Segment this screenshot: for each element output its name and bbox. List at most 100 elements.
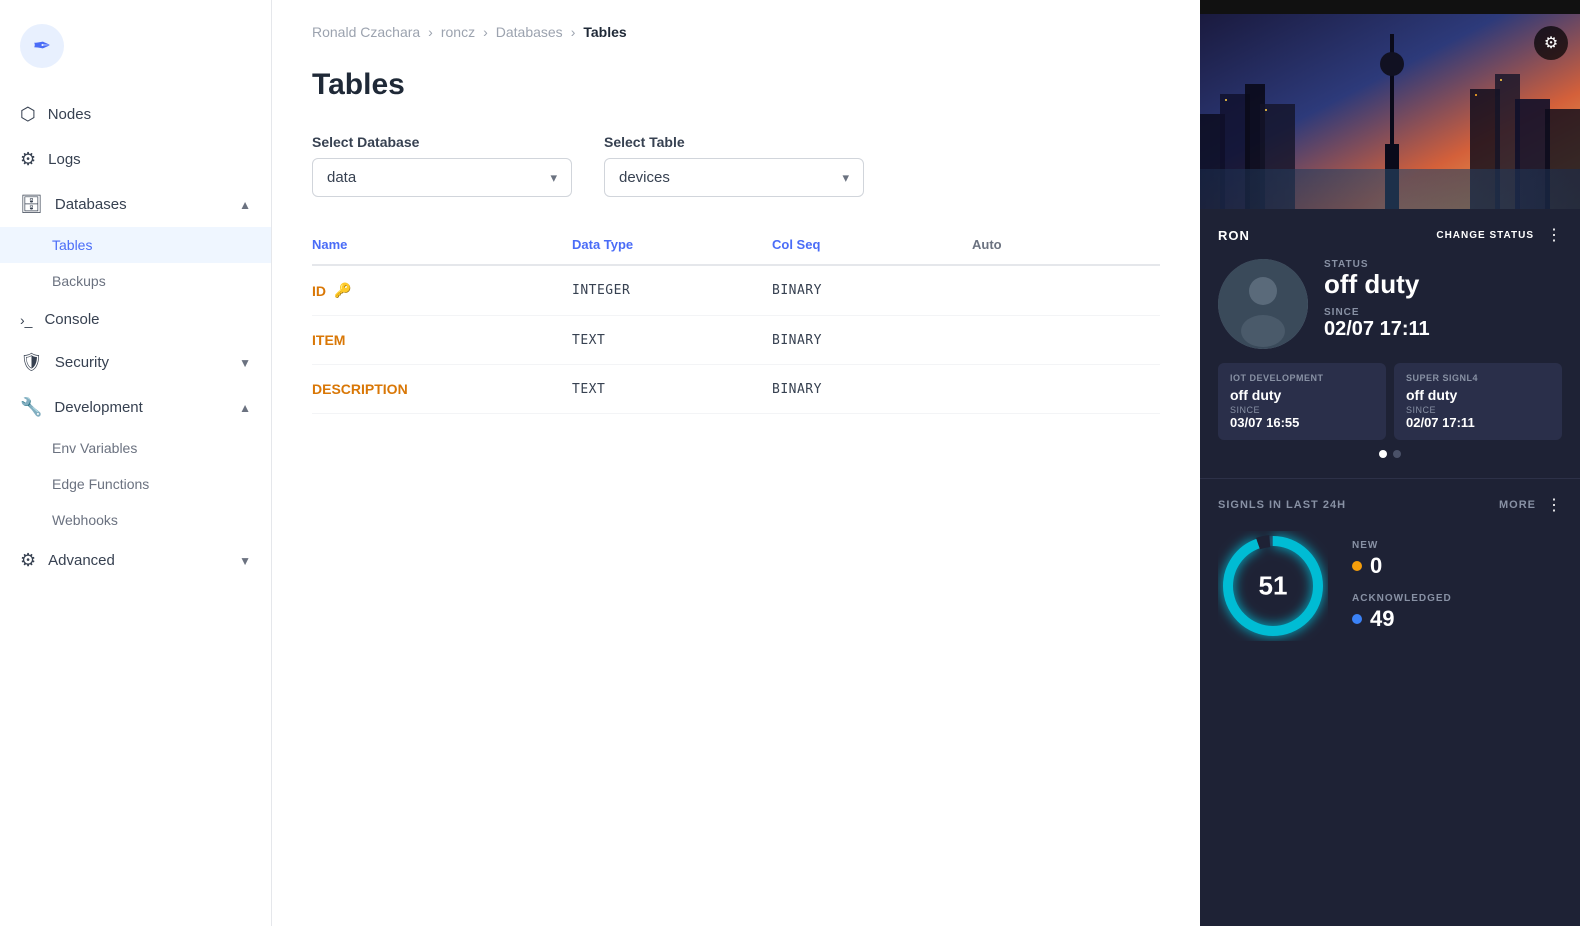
signals-card: SIGNLS IN LAST 24H MORE ⋮ 51 NEW — [1200, 479, 1580, 926]
table-row: ITEM TEXT BINARY — [312, 316, 1160, 365]
databases-chevron-icon: ▲ — [239, 198, 251, 212]
stat-row-acknowledged: ACKNOWLEDGED 49 — [1352, 593, 1452, 632]
advanced-chevron-icon: ▼ — [239, 554, 251, 568]
sub-status-iot-since-value: 03/07 16:55 — [1230, 415, 1374, 430]
signals-body: 51 NEW 0 ACKNOWLEDGED 49 — [1218, 531, 1562, 641]
sub-status-super-since-label: SINCE — [1406, 405, 1550, 415]
sidebar-item-databases[interactable]: 🗄 Databases ▲ — [0, 182, 271, 227]
development-chevron-icon: ▲ — [239, 401, 251, 415]
logo-icon: ✒ — [33, 33, 51, 59]
pagination-dot-2[interactable] — [1393, 450, 1401, 458]
status-card: RON CHANGE STATUS ⋮ STATUS off duty SINC… — [1200, 209, 1580, 479]
stat-acknowledged-value-row: 49 — [1352, 606, 1452, 632]
sub-status-grid: IOT DEVELOPMENT off duty SINCE 03/07 16:… — [1218, 363, 1562, 440]
signals-stats: NEW 0 ACKNOWLEDGED 49 — [1352, 540, 1452, 632]
breadcrumb-section: Databases — [496, 24, 563, 40]
table-header-row: Name Data Type Col Seq Auto — [312, 225, 1160, 266]
backups-label: Backups — [52, 273, 106, 289]
advanced-icon: ⚙ — [20, 550, 36, 571]
sub-status-iot-since-label: SINCE — [1230, 405, 1374, 415]
select-database-label: Select Database — [312, 134, 572, 150]
pagination-dot-1[interactable] — [1379, 450, 1387, 458]
row-description-name: DESCRIPTION — [312, 381, 408, 397]
col-header-auto: Auto — [972, 237, 1092, 252]
breadcrumb: Ronald Czachara › roncz › Databases › Ta… — [312, 24, 1160, 40]
tables-label: Tables — [52, 237, 92, 253]
sidebar-item-logs-label: Logs — [48, 151, 81, 168]
avatar-svg — [1218, 259, 1308, 349]
three-dots-menu[interactable]: ⋮ — [1546, 225, 1562, 245]
stat-new-label: NEW — [1352, 540, 1452, 551]
select-database-group: Select Database data ▾ — [312, 134, 572, 197]
table-row: ID 🔑 INTEGER BINARY — [312, 266, 1160, 316]
col-header-colseq[interactable]: Col Seq — [772, 237, 972, 252]
sidebar-item-logs[interactable]: ⚙ Logs — [0, 137, 271, 182]
stat-new-dot — [1352, 561, 1362, 571]
sidebar-item-development[interactable]: 🔧 Development ▲ — [0, 385, 271, 430]
logo-button[interactable]: ✒ — [20, 24, 64, 68]
webhooks-label: Webhooks — [52, 512, 118, 528]
since-label: SINCE — [1324, 307, 1562, 318]
sidebar-item-security[interactable]: 🛡 Security ▼ — [0, 340, 271, 385]
signals-three-dots-menu[interactable]: ⋮ — [1546, 495, 1562, 515]
select-database-dropdown[interactable]: data ▾ — [312, 158, 572, 197]
row-id-name: ID — [312, 283, 326, 299]
cell-colseq-item: BINARY — [772, 333, 972, 348]
cell-colseq-id: BINARY — [772, 283, 972, 298]
city-skyline-svg — [1200, 14, 1580, 209]
edge-functions-label: Edge Functions — [52, 476, 149, 492]
status-card-body: STATUS off duty SINCE 02/07 17:11 — [1218, 259, 1562, 349]
breadcrumb-sep-1: › — [428, 24, 433, 40]
sidebar-sub-item-tables[interactable]: Tables — [0, 227, 271, 263]
cell-name-item: ITEM — [312, 332, 572, 348]
sidebar-sub-item-backups[interactable]: Backups — [0, 263, 271, 299]
signals-title: SIGNLS IN LAST 24H — [1218, 499, 1346, 511]
user-name: RON — [1218, 228, 1250, 243]
sidebar-item-nodes[interactable]: ⬡ Nodes — [0, 92, 271, 137]
sidebar-sub-item-env-variables[interactable]: Env Variables — [0, 430, 271, 466]
sidebar-item-advanced-label: Advanced — [48, 552, 115, 569]
status-value: off duty — [1324, 270, 1562, 299]
sidebar-sub-item-edge-functions[interactable]: Edge Functions — [0, 466, 271, 502]
sidebar: ✒ ⬡ Nodes ⚙ Logs 🗄 Databases ▲ Tables Ba… — [0, 0, 272, 926]
stat-acknowledged-dot — [1352, 614, 1362, 624]
stat-row-new: NEW 0 — [1352, 540, 1452, 579]
select-table-label: Select Table — [604, 134, 864, 150]
stat-acknowledged-count: 49 — [1370, 606, 1394, 632]
tables-table: Name Data Type Col Seq Auto ID 🔑 INTEGER… — [312, 225, 1160, 414]
sidebar-item-console-label: Console — [44, 311, 99, 328]
gear-button[interactable]: ⚙ — [1534, 26, 1568, 60]
filter-row: Select Database data ▾ Select Table devi… — [312, 134, 1160, 197]
stat-new-count: 0 — [1370, 553, 1382, 579]
sub-status-super-value: off duty — [1406, 387, 1550, 403]
cell-datatype-id: INTEGER — [572, 283, 772, 298]
env-variables-label: Env Variables — [52, 440, 137, 456]
breadcrumb-project: roncz — [441, 24, 475, 40]
select-table-dropdown[interactable]: devices ▾ — [604, 158, 864, 197]
sidebar-item-nodes-label: Nodes — [48, 106, 91, 123]
more-button[interactable]: MORE — [1499, 499, 1536, 511]
col-header-datatype[interactable]: Data Type — [572, 237, 772, 252]
city-image: ⚙ — [1200, 14, 1580, 209]
sidebar-sub-item-webhooks[interactable]: Webhooks — [0, 502, 271, 538]
cell-datatype-item: TEXT — [572, 333, 772, 348]
console-icon: ›_ — [20, 312, 32, 328]
cell-name-description: DESCRIPTION — [312, 381, 572, 397]
breadcrumb-sep-2: › — [483, 24, 488, 40]
sub-status-iot-value: off duty — [1230, 387, 1374, 403]
breadcrumb-user: Ronald Czachara — [312, 24, 420, 40]
page-title: Tables — [312, 68, 1160, 102]
col-header-name[interactable]: Name — [312, 237, 572, 252]
sidebar-item-console[interactable]: ›_ Console — [0, 299, 271, 340]
change-status-button[interactable]: CHANGE STATUS — [1436, 230, 1534, 241]
status-card-header: RON CHANGE STATUS ⋮ — [1218, 225, 1562, 245]
sub-status-super: SUPER SIGNL4 off duty SINCE 02/07 17:11 — [1394, 363, 1562, 440]
sidebar-item-advanced[interactable]: ⚙ Advanced ▼ — [0, 538, 271, 583]
breadcrumb-sep-3: › — [571, 24, 576, 40]
cell-colseq-description: BINARY — [772, 382, 972, 397]
cell-datatype-description: TEXT — [572, 382, 772, 397]
sub-status-iot-label: IOT DEVELOPMENT — [1230, 373, 1374, 383]
select-table-chevron-icon: ▾ — [842, 170, 849, 186]
sub-status-iot: IOT DEVELOPMENT off duty SINCE 03/07 16:… — [1218, 363, 1386, 440]
gear-icon: ⚙ — [1544, 33, 1558, 53]
